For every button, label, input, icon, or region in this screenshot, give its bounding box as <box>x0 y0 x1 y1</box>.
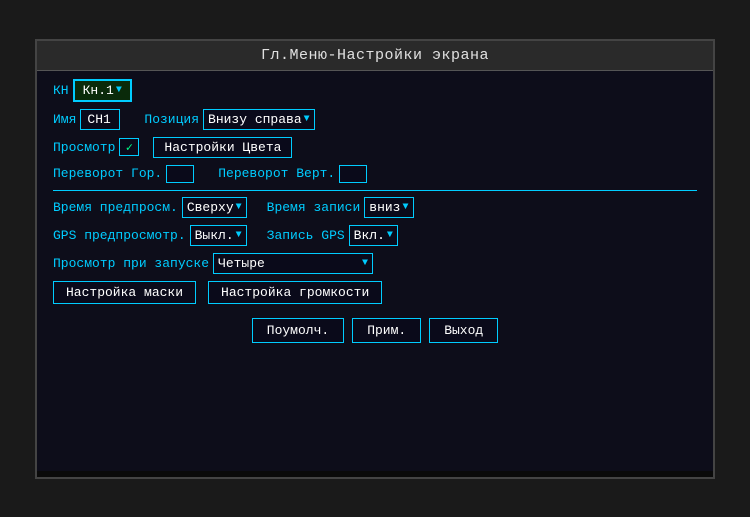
row-name-position: Имя СН1 Позиция Внизу справа ▼ <box>53 109 697 130</box>
position-label: Позиция <box>144 112 199 127</box>
row-flip: Переворот Гор. Переворот Верт. <box>53 165 697 183</box>
flip-vert-checkbox[interactable] <box>339 165 367 183</box>
record-time-dropdown[interactable]: вниз ▼ <box>364 197 413 218</box>
row-preview-color: Просмотр ✓ Настройки Цвета <box>53 137 697 158</box>
exit-button[interactable]: Выход <box>429 318 498 343</box>
record-time-arrow-icon: ▼ <box>403 202 409 213</box>
flip-hor-label: Переворот Гор. <box>53 166 162 181</box>
volume-settings-button[interactable]: Настройка громкости <box>208 281 382 304</box>
default-button[interactable]: Поумолч. <box>252 318 344 343</box>
row-time: Время предпросм. Сверху ▼ Время записи в… <box>53 197 697 218</box>
preview-time-dropdown[interactable]: Сверху ▼ <box>182 197 247 218</box>
preview-checkbox[interactable]: ✓ <box>119 138 139 156</box>
position-value: Внизу справа <box>208 112 302 127</box>
row-mask-volume: Настройка маски Настройка громкости <box>53 281 697 304</box>
flip-hor-checkbox[interactable] <box>166 165 194 183</box>
gps-record-label: Запись GPS <box>267 228 345 243</box>
startup-preview-dropdown[interactable]: Четыре ▼ <box>213 253 373 274</box>
preview-time-arrow-icon: ▼ <box>236 202 242 213</box>
position-dropdown[interactable]: Внизу справа ▼ <box>203 109 315 130</box>
row-startup: Просмотр при запуске Четыре ▼ <box>53 253 697 274</box>
kn-dropdown[interactable]: Кн.1 ▼ <box>73 79 132 102</box>
startup-preview-label: Просмотр при запуске <box>53 256 209 271</box>
name-input[interactable]: СН1 <box>80 109 120 130</box>
gps-preview-value: Выкл. <box>195 228 234 243</box>
kn-arrow-icon: ▼ <box>116 85 122 96</box>
content-area: КН Кн.1 ▼ Имя СН1 Позиция Внизу справа ▼… <box>37 71 713 471</box>
gps-preview-label: GPS предпросмотр. <box>53 228 186 243</box>
startup-preview-value: Четыре <box>218 256 265 271</box>
mask-settings-button[interactable]: Настройка маски <box>53 281 196 304</box>
apply-button[interactable]: Прим. <box>352 318 421 343</box>
startup-preview-arrow-icon: ▼ <box>362 258 368 269</box>
gps-preview-arrow-icon: ▼ <box>236 230 242 241</box>
name-label: Имя <box>53 112 76 127</box>
row-kn: КН Кн.1 ▼ <box>53 79 697 102</box>
title-bar: Гл.Меню-Настройки экрана <box>37 41 713 71</box>
color-settings-button[interactable]: Настройки Цвета <box>153 137 292 158</box>
flip-vert-label: Переворот Верт. <box>218 166 335 181</box>
gps-preview-dropdown[interactable]: Выкл. ▼ <box>190 225 247 246</box>
main-screen: Гл.Меню-Настройки экрана КН Кн.1 ▼ Имя С… <box>35 39 715 479</box>
position-arrow-icon: ▼ <box>304 114 310 125</box>
gps-record-dropdown[interactable]: Вкл. ▼ <box>349 225 398 246</box>
gps-record-value: Вкл. <box>354 228 385 243</box>
row-gps: GPS предпросмотр. Выкл. ▼ Запись GPS Вкл… <box>53 225 697 246</box>
record-time-label: Время записи <box>267 200 361 215</box>
preview-time-label: Время предпросм. <box>53 200 178 215</box>
gps-record-arrow-icon: ▼ <box>387 230 393 241</box>
action-buttons: Поумолч. Прим. Выход <box>53 318 697 343</box>
preview-time-value: Сверху <box>187 200 234 215</box>
kn-value: Кн.1 <box>83 83 114 98</box>
record-time-value: вниз <box>369 200 400 215</box>
title-text: Гл.Меню-Настройки экрана <box>261 47 489 64</box>
kn-label: КН <box>53 83 69 98</box>
divider-1 <box>53 190 697 191</box>
preview-label: Просмотр <box>53 140 115 155</box>
